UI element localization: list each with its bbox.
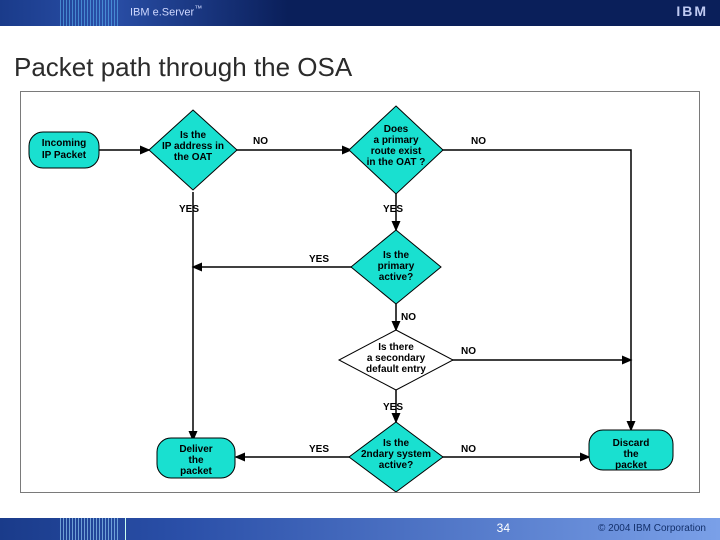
svg-text:the OAT: the OAT bbox=[174, 152, 212, 163]
svg-text:route exist: route exist bbox=[371, 146, 422, 157]
flowchart-svg: NO NO YES YES YES NO NO YES YES NO Incom… bbox=[21, 92, 700, 492]
svg-text:2ndary system: 2ndary system bbox=[361, 449, 431, 460]
brand-tm: ™ bbox=[194, 4, 202, 13]
label-yes: YES bbox=[383, 204, 403, 215]
svg-text:Does: Does bbox=[384, 124, 409, 135]
slide-header: IBM e.Server™ IBM bbox=[0, 0, 720, 26]
footer-stripes-decoration bbox=[60, 518, 120, 540]
svg-text:a primary: a primary bbox=[373, 135, 418, 146]
label-yes: YES bbox=[179, 204, 199, 215]
label-no: NO bbox=[253, 136, 268, 147]
svg-text:active?: active? bbox=[379, 272, 413, 283]
svg-text:the: the bbox=[189, 455, 204, 466]
svg-text:the: the bbox=[624, 449, 639, 460]
header-brand: IBM e.Server™ bbox=[130, 4, 202, 19]
ibm-logo: IBM bbox=[676, 3, 708, 19]
copyright-text: © 2004 IBM Corporation bbox=[598, 523, 706, 534]
label-no: NO bbox=[461, 346, 476, 357]
page-number: 34 bbox=[497, 521, 510, 535]
brand-main: Server bbox=[162, 7, 194, 19]
svg-text:Is the: Is the bbox=[383, 438, 410, 449]
slide-footer: 34 © 2004 IBM Corporation bbox=[0, 518, 720, 540]
node-incoming: Incoming IP Packet bbox=[29, 132, 99, 168]
node-deliver: Deliver the packet bbox=[157, 438, 235, 478]
brand-prefix: IBM e. bbox=[130, 7, 162, 19]
node-primary-active: Is the primary active? bbox=[351, 230, 441, 304]
header-stripes-decoration bbox=[60, 0, 120, 26]
label-yes: YES bbox=[309, 444, 329, 455]
svg-text:Is there: Is there bbox=[378, 342, 414, 353]
node-secondary-active: Is the 2ndary system active? bbox=[349, 422, 443, 492]
svg-text:packet: packet bbox=[180, 466, 212, 477]
label-no: NO bbox=[471, 136, 486, 147]
svg-text:in the OAT ?: in the OAT ? bbox=[367, 157, 426, 168]
svg-text:IP Packet: IP Packet bbox=[42, 150, 87, 161]
svg-text:Deliver: Deliver bbox=[179, 444, 212, 455]
label-yes: YES bbox=[309, 254, 329, 265]
edge-labels: NO NO YES YES YES NO NO YES YES NO bbox=[179, 136, 486, 455]
svg-text:active?: active? bbox=[379, 460, 413, 471]
label-no: NO bbox=[401, 312, 416, 323]
svg-text:a secondary: a secondary bbox=[367, 353, 426, 364]
footer-divider bbox=[125, 518, 126, 540]
node-primary-route: Does a primary route exist in the OAT ? bbox=[349, 106, 443, 194]
svg-text:primary: primary bbox=[378, 261, 415, 272]
node-discard: Discard the packet bbox=[589, 430, 673, 471]
flowchart-frame: NO NO YES YES YES NO NO YES YES NO Incom… bbox=[20, 91, 700, 493]
svg-text:Incoming: Incoming bbox=[42, 138, 86, 149]
label-no: NO bbox=[461, 444, 476, 455]
svg-text:Is the: Is the bbox=[180, 130, 207, 141]
node-ip-in-oat: Is the IP address in the OAT bbox=[149, 110, 237, 190]
svg-text:Discard: Discard bbox=[613, 438, 650, 449]
svg-text:default entry: default entry bbox=[366, 364, 426, 375]
svg-text:packet: packet bbox=[615, 460, 647, 471]
node-secondary-entry: Is there a secondary default entry bbox=[339, 330, 453, 390]
svg-text:IP address in: IP address in bbox=[162, 141, 224, 152]
label-yes: YES bbox=[383, 402, 403, 413]
svg-text:Is the: Is the bbox=[383, 250, 410, 261]
slide-title: Packet path through the OSA bbox=[14, 52, 720, 83]
